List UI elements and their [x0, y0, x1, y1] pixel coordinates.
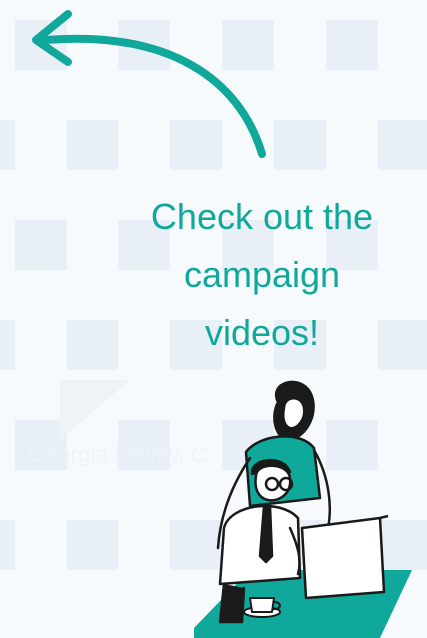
people-at-laptop-illustration [194, 380, 412, 638]
callout-line-1: Check out the [150, 196, 374, 237]
curved-arrow-icon [32, 10, 266, 158]
callout-heading: Check out the campaign videos! [110, 188, 414, 362]
callout-line-3: videos! [204, 312, 320, 353]
callout-line-2: campaign [183, 254, 341, 295]
